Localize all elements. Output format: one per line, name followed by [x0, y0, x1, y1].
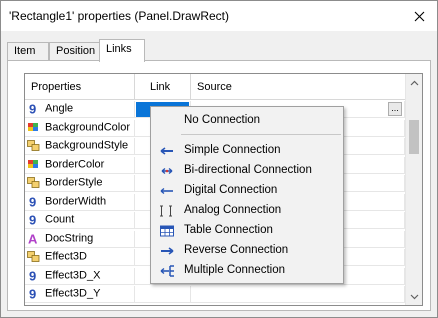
digital-connection-icon [159, 185, 175, 197]
property-name: BackgroundStyle [45, 139, 129, 152]
tab-links[interactable]: Links [99, 39, 145, 62]
svg-text:9: 9 [29, 213, 36, 226]
source-cell[interactable] [191, 286, 405, 303]
menu-item-label: No Connection [184, 114, 261, 126]
menu-item-label: Bi-directional Connection [184, 164, 312, 176]
table-connection-icon [159, 225, 175, 237]
property-cell[interactable]: 9 BorderWidth [25, 193, 135, 211]
bidirectional-connection-icon [159, 165, 175, 177]
menu-separator [181, 134, 341, 135]
number-icon: 9 [27, 287, 40, 302]
svg-text:9: 9 [29, 269, 36, 282]
color-icon [27, 306, 40, 307]
number-icon: 9 [27, 213, 40, 228]
scrollbar-thumb[interactable] [409, 120, 419, 154]
vertical-scrollbar[interactable] [405, 74, 422, 305]
window-title: 'Rectangle1' properties (Panel.DrawRect) [9, 9, 230, 23]
property-name: Effect3D_X [45, 269, 101, 281]
property-name: Effect3D_Y [45, 287, 101, 300]
property-cell[interactable]: BorderStyle [25, 175, 135, 192]
title-bar: 'Rectangle1' properties (Panel.DrawRect) [1, 1, 437, 31]
tab-links-label: Links [106, 43, 132, 55]
style-icon [27, 250, 40, 263]
chevron-up-icon [410, 80, 419, 85]
analog-connection-icon [159, 205, 175, 217]
column-header-source[interactable]: Source [191, 74, 405, 100]
source-browse-button[interactable]: ... [388, 102, 402, 116]
property-name: BorderColor [45, 158, 105, 170]
property-name: BackgroundColor [45, 121, 130, 133]
menu-item-multiple-connection[interactable]: Multiple Connection [153, 261, 341, 281]
property-cell[interactable]: BackgroundColor [25, 119, 135, 137]
svg-text:9: 9 [29, 287, 36, 300]
property-cell[interactable]: 9 Effect3D_Y [25, 286, 135, 303]
close-button[interactable] [401, 1, 437, 31]
property-cell[interactable]: Effect3D [25, 249, 135, 266]
simple-connection-icon [159, 145, 175, 157]
property-cell[interactable]: 9 Effect3D_X [25, 267, 135, 285]
table-row[interactable]: Effect3DColorBas [25, 304, 405, 307]
menu-item-label: Table Connection [184, 224, 273, 236]
property-cell[interactable]: BackgroundStyle [25, 138, 135, 155]
svg-text:9: 9 [29, 102, 36, 115]
reverse-connection-icon [159, 245, 175, 257]
menu-item-label: Multiple Connection [184, 264, 286, 276]
link-cell[interactable] [135, 304, 191, 305]
color-icon [27, 121, 40, 134]
menu-item-no-connection[interactable]: No Connection [153, 111, 341, 131]
scroll-down-button[interactable] [406, 288, 422, 305]
menu-item-analog-connection[interactable]: Analog Connection [153, 201, 341, 221]
tab-item-label: Item [14, 45, 36, 57]
link-cell[interactable] [135, 286, 191, 303]
property-cell[interactable]: 9 Count [25, 212, 135, 229]
svg-text:A: A [28, 232, 38, 245]
number-icon: 9 [27, 268, 40, 283]
menu-item-digital-connection[interactable]: Digital Connection [153, 181, 341, 201]
column-header-link[interactable]: Link [135, 74, 191, 100]
property-name: Angle [45, 102, 74, 115]
property-name: DocString [45, 232, 94, 244]
property-name: Count [45, 213, 75, 226]
menu-item-table-connection[interactable]: Table Connection [153, 221, 341, 241]
color-icon [27, 158, 40, 171]
number-icon: 9 [27, 194, 40, 209]
menu-item-label: Reverse Connection [184, 244, 289, 256]
source-cell[interactable] [191, 304, 405, 305]
number-icon: 9 [27, 102, 40, 117]
tab-item[interactable]: Item [7, 42, 49, 61]
menu-item-label: Digital Connection [184, 184, 278, 196]
multiple-connection-icon [159, 265, 175, 277]
close-icon [414, 11, 424, 21]
property-cell[interactable]: Effect3DColorBas [25, 304, 135, 307]
menu-item-bi-directional-connection[interactable]: Bi-directional Connection [153, 161, 341, 181]
string-icon: A [27, 231, 40, 246]
property-cell[interactable]: 9 Angle [25, 101, 135, 118]
table-row[interactable]: 9 Effect3D_Y [25, 286, 405, 303]
menu-item-label: Simple Connection [184, 144, 281, 156]
property-cell[interactable]: BorderColor [25, 156, 135, 174]
menu-item-reverse-connection[interactable]: Reverse Connection [153, 241, 341, 261]
property-cell[interactable]: A DocString [25, 230, 135, 248]
chevron-down-icon [410, 294, 419, 299]
style-icon [27, 176, 40, 189]
tab-position-label: Position [56, 45, 96, 57]
grid-header: Properties Link Source [25, 74, 405, 100]
column-header-properties[interactable]: Properties [25, 74, 135, 100]
property-name: BorderWidth [45, 195, 107, 207]
svg-text:9: 9 [29, 195, 36, 208]
property-name: BorderStyle [45, 176, 103, 189]
scroll-up-button[interactable] [406, 74, 422, 91]
menu-item-simple-connection[interactable]: Simple Connection [153, 141, 341, 161]
property-name: Effect3D [45, 250, 87, 263]
menu-item-label: Analog Connection [184, 204, 282, 216]
tab-position[interactable]: Position [49, 42, 100, 61]
connection-context-menu: No Connection Simple Connection Bi-directi… [150, 106, 344, 284]
style-icon [27, 139, 40, 152]
